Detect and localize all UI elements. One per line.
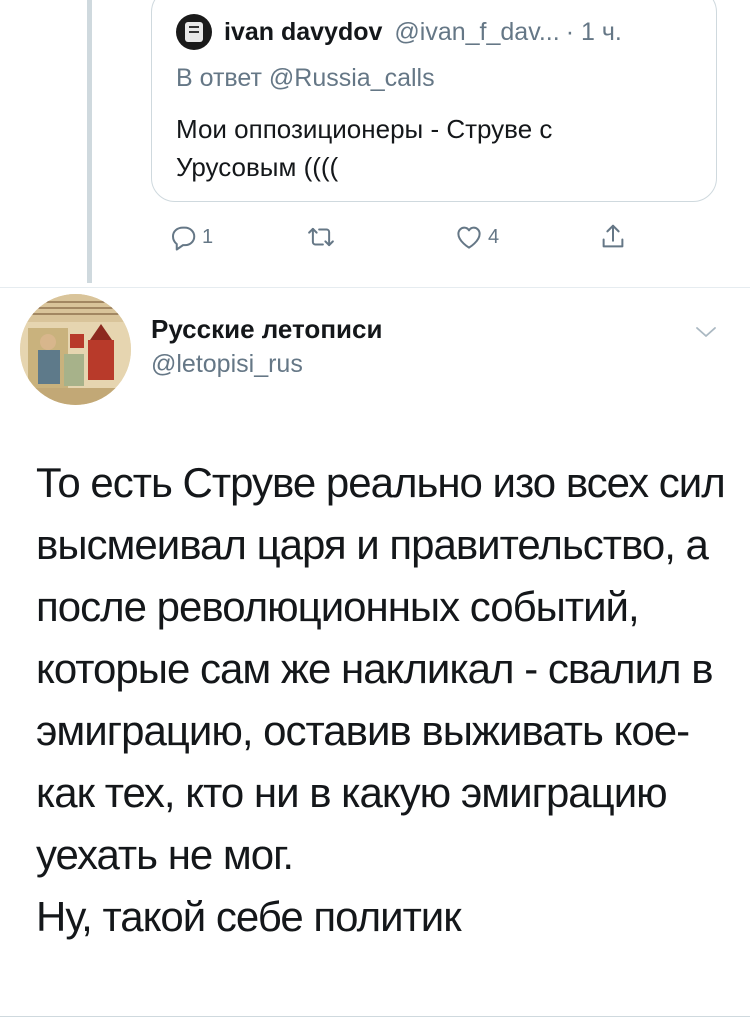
divider (0, 1016, 750, 1017)
author-name[interactable]: Русские летописи (151, 314, 382, 345)
manuscript-avatar-image (20, 294, 131, 405)
author-handle[interactable]: @letopisi_rus (151, 350, 303, 379)
avatar[interactable] (20, 294, 131, 405)
reply-count: 1 (202, 225, 214, 248)
tweet-actions-bar: 1 4 (0, 222, 750, 262)
like-button[interactable]: 4 (454, 222, 499, 252)
tweet-body-paragraph: То есть Струве реально изо всех сил высм… (36, 459, 726, 878)
chevron-down-icon[interactable] (694, 322, 718, 342)
share-icon (602, 224, 624, 248)
reply-button[interactable]: 1 (168, 222, 213, 252)
reply-to-label[interactable]: В ответ @Russia_calls (176, 64, 435, 93)
retweet-button[interactable] (306, 222, 340, 252)
reply-icon (172, 226, 196, 251)
tweet-body: То есть Струве реально изо всех сил высм… (36, 452, 736, 948)
quoted-tweet-body: Мои оппозиционеры - Струве с Урусовым ((… (176, 114, 553, 182)
quoted-tweet-header: ivan davydov @ivan_f_dav... · 1 ч. (176, 14, 622, 50)
quoted-author-name[interactable]: ivan davydov (224, 18, 382, 47)
like-icon (457, 226, 481, 249)
retweet-icon (308, 227, 334, 247)
divider (0, 287, 750, 288)
share-button[interactable] (598, 222, 628, 252)
quoted-tweet-time: · 1 ч. (565, 17, 622, 46)
like-count: 4 (488, 225, 500, 248)
tweet-body-paragraph: Ну, такой себе политик (36, 893, 462, 940)
quoted-author-handle[interactable]: @ivan_f_dav... (394, 18, 559, 47)
avatar[interactable] (176, 14, 212, 50)
